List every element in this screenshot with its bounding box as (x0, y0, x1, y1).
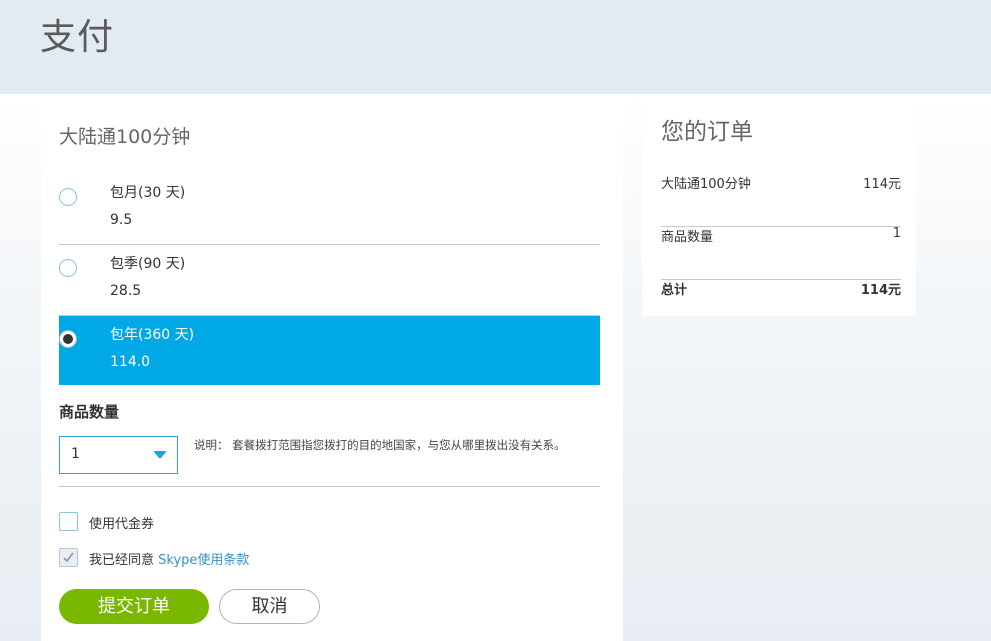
radio-button-selected[interactable] (59, 330, 77, 348)
terms-link[interactable]: Skype使用条款 (158, 553, 249, 568)
radio-button[interactable] (59, 259, 77, 277)
order-summary: 您的订单 大陆通100分钟 114元 商品数量 1 总计 114元 (642, 94, 916, 316)
submit-order-button[interactable]: 提交订单 (59, 589, 209, 624)
plan-option-name: 包季(90 天) (110, 256, 186, 272)
agree-label: 我已经同意 Skype使用条款 (89, 549, 249, 568)
quantity-note: 说明： 套餐拨打范围指您拨打的目的地国家，与您从哪里拨出没有关系。 (194, 438, 566, 452)
plan-option-price: 28.5 (110, 283, 142, 299)
cancel-button[interactable]: 取消 (219, 589, 320, 624)
agree-text: 我已经同意 (89, 553, 155, 568)
radio-button[interactable] (59, 188, 77, 206)
order-row-item: 大陆通100分钟 114元 (661, 173, 901, 227)
order-row-key: 商品数量 (661, 230, 714, 245)
order-row-key: 大陆通100分钟 (661, 177, 751, 192)
order-row-key: 总计 (661, 283, 688, 298)
quantity-select[interactable]: 1 (59, 436, 178, 474)
order-row-value: 114元 (863, 177, 901, 192)
plan-title: 大陆通100分钟 (59, 126, 191, 148)
order-row-total: 总计 114元 (661, 279, 901, 332)
header-band: 支付 (0, 0, 991, 94)
quantity-value: 1 (71, 446, 80, 462)
coupon-label: 使用代金券 (89, 517, 155, 532)
plan-option-monthly[interactable]: 包月(30 天) 9.5 (59, 174, 600, 245)
order-title: 您的订单 (661, 119, 753, 145)
plan-option-price: 9.5 (110, 212, 133, 228)
plan-option-name: 包月(30 天) (110, 185, 186, 201)
checkmark-icon (63, 552, 74, 563)
order-row-value: 1 (892, 226, 901, 241)
order-row-value: 114元 (860, 283, 901, 298)
agree-checkbox[interactable] (59, 548, 78, 567)
plan-option-name: 包年(360 天) (110, 327, 195, 343)
divider (59, 486, 600, 487)
coupon-checkbox[interactable] (59, 512, 78, 531)
order-row-quantity: 商品数量 1 (661, 226, 901, 280)
caret-down-icon (154, 451, 166, 459)
plan-option-price: 114.0 (110, 354, 151, 370)
plan-option-quarterly[interactable]: 包季(90 天) 28.5 (59, 245, 600, 316)
payment-form: 大陆通100分钟 包月(30 天) 9.5 包季(90 天) 28.5 包年(3… (41, 94, 623, 641)
page-title: 支付 (40, 17, 115, 58)
plan-option-yearly[interactable]: 包年(360 天) 114.0 (59, 316, 600, 385)
quantity-label: 商品数量 (59, 403, 120, 421)
